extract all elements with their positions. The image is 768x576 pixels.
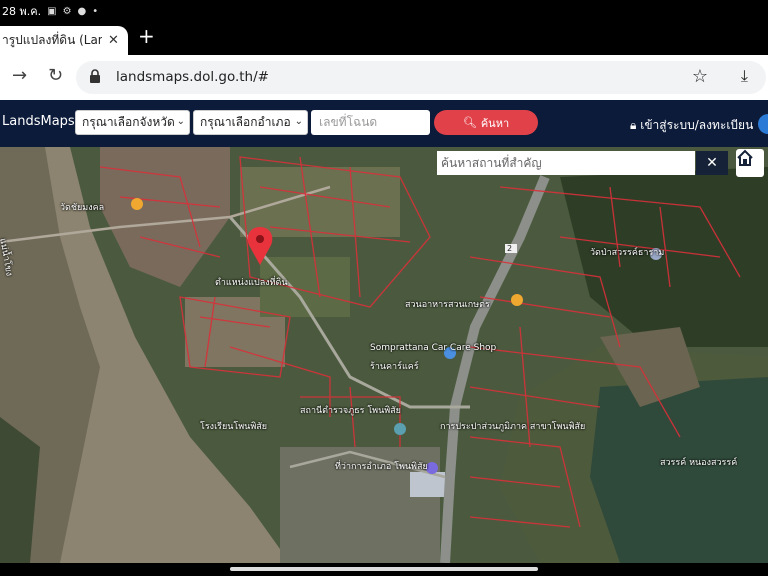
settings-icon: ⚙ xyxy=(62,5,72,17)
map-label-carcare: Somprattana Car Care Shop xyxy=(370,343,497,353)
deed-number-input[interactable]: เลขที่โฉนด xyxy=(311,110,430,135)
status-time: 28 พ.ค. xyxy=(2,5,42,18)
map-label-pwa: การประปาส่วนภูมิภาค สาขาโพนพิสัย xyxy=(440,422,586,432)
reload-icon[interactable]: ↻ xyxy=(48,65,63,86)
map-label-station: สถานีตำรวจภูธร โพนพิสัย xyxy=(300,406,401,416)
deed-number-placeholder: เลขที่โฉนด xyxy=(319,115,378,129)
map-label-marsh: สวรรค์ หนองสวรรค์ xyxy=(660,458,738,468)
map-label-monastery: วัดป่าสวรรค์ธาราม xyxy=(590,248,665,258)
forward-icon[interactable]: → xyxy=(12,65,27,86)
message-icon: ● xyxy=(77,5,87,17)
login-link[interactable]: 🔒︎ เข้าสู่ระบบ/ลงทะเบียน xyxy=(630,116,753,135)
map-search-placeholder: ค้นหาสถานที่สำคัญ xyxy=(441,155,542,170)
avatar[interactable] xyxy=(758,114,768,134)
poi-restaurant-icon[interactable] xyxy=(511,294,523,306)
login-label: เข้าสู่ระบบ/ลงทะเบียน xyxy=(640,118,754,132)
home-indicator[interactable] xyxy=(230,567,538,571)
map-search-input[interactable]: ค้นหาสถานที่สำคัญ xyxy=(437,151,695,175)
search-icon: 🔍︎ xyxy=(462,116,477,129)
map-label-temple: วัดชัยมงคล xyxy=(60,203,105,213)
chevron-down-icon: ⌄ xyxy=(294,116,303,127)
satellite-map[interactable]: ค้นหาสถานที่สำคัญ ✕ วัดชัยมงคล ตำแหน่งแป… xyxy=(0,147,768,563)
poi-station-icon[interactable] xyxy=(394,423,406,435)
home-button[interactable] xyxy=(736,149,764,177)
search-button-label: ค้นหา xyxy=(480,116,510,130)
browser-tab[interactable]: ารูปแปลงที่ดิน (Lands ✕ xyxy=(0,26,128,55)
gesture-bar xyxy=(0,563,768,576)
tab-title: ารูปแปลงที่ดิน (Lands xyxy=(2,33,102,47)
tab-close-icon[interactable]: ✕ xyxy=(108,33,119,48)
map-label-restaurant: สวนอาหารสวนเกษตร xyxy=(405,300,490,310)
district-select-value: กรุณาเลือกอำเภอ xyxy=(200,115,291,129)
tab-strip: ารูปแปลงที่ดิน (Lands ✕ xyxy=(0,22,768,55)
map-search-clear-button[interactable]: ✕ xyxy=(696,151,728,175)
new-tab-button[interactable]: + xyxy=(138,26,155,46)
province-select-value: กรุณาเลือกจังหวัด xyxy=(82,115,175,129)
lock-icon: 🔒︎ xyxy=(630,118,637,132)
district-select[interactable]: กรุณาเลือกอำเภอ ⌄ xyxy=(193,110,308,135)
address-bar[interactable]: landsmaps.dol.go.th/# ☆ ⤓ xyxy=(76,61,766,94)
chevron-down-icon: ⌄ xyxy=(176,116,185,127)
map-label-carcare-sub: ร้านคาร์แคร์ xyxy=(370,362,419,372)
gallery-icon: ▣ xyxy=(47,5,57,17)
status-bar: 28 พ.ค. ▣ ⚙ ● • xyxy=(0,0,768,22)
download-icon[interactable]: ⤓ xyxy=(741,66,748,86)
map-label-office: ที่ว่าการอำเภอ โพนพิสัย xyxy=(335,462,428,472)
url-text: landsmaps.dol.go.th/# xyxy=(116,69,269,85)
browser-toolbar: → ↻ landsmaps.dol.go.th/# ☆ ⤓ xyxy=(0,55,768,100)
home-icon xyxy=(737,149,753,166)
search-button[interactable]: 🔍︎ ค้นหา xyxy=(434,110,538,135)
province-select[interactable]: กรุณาเลือกจังหวัด ⌄ xyxy=(75,110,190,135)
bookmark-star-icon[interactable]: ☆ xyxy=(692,66,708,87)
lock-icon xyxy=(90,69,100,83)
poi-temple-icon[interactable] xyxy=(131,198,143,210)
map-label-school: โรงเรียนโพนพิสัย xyxy=(200,422,268,432)
more-icon: • xyxy=(92,5,99,17)
brand-logo[interactable]: LandsMaps xyxy=(2,114,75,129)
map-label-pin: ตำแหน่งแปลงที่ดิน xyxy=(215,278,288,288)
map-imagery xyxy=(0,147,768,563)
site-header: LandsMaps กรุณาเลือกจังหวัด ⌄ กรุณาเลือก… xyxy=(0,100,768,147)
map-label-route: 2 xyxy=(507,244,513,253)
